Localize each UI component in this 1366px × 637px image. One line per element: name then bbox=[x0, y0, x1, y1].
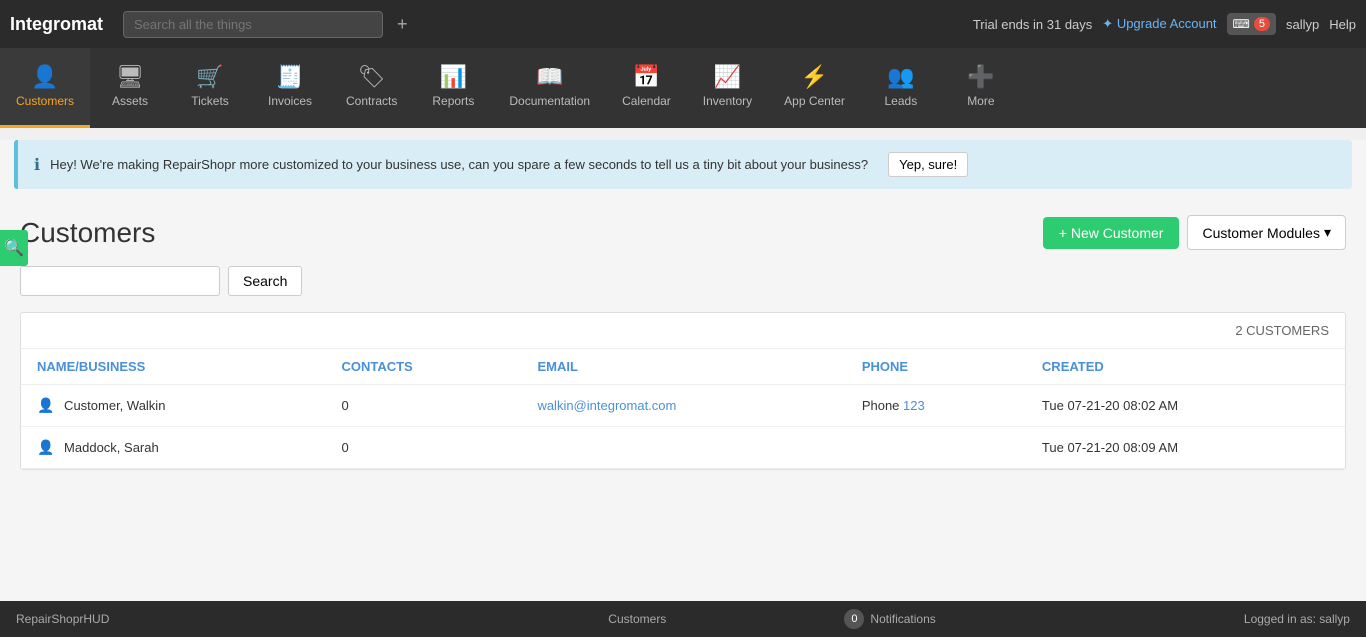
info-icon: ℹ bbox=[34, 155, 40, 175]
global-search-input[interactable] bbox=[123, 11, 383, 38]
more-icon: ➕ bbox=[967, 66, 994, 88]
nav-label-more: More bbox=[967, 94, 994, 108]
col-email[interactable]: EMAIL bbox=[521, 349, 845, 385]
cell-phone bbox=[846, 427, 1026, 469]
customers-table: NAME/BUSINESS CONTACTS EMAIL PHONE CREAT… bbox=[21, 349, 1345, 469]
cell-contacts: 0 bbox=[325, 427, 521, 469]
customers-icon: 👤 bbox=[31, 66, 58, 88]
nav-item-tickets[interactable]: 🛒 Tickets bbox=[170, 48, 250, 128]
nav-label-calendar: Calendar bbox=[622, 94, 671, 108]
cell-email bbox=[521, 427, 845, 469]
documentation-icon: 📖 bbox=[536, 66, 563, 88]
phone-link[interactable]: 123 bbox=[903, 398, 925, 413]
footer-app-name: RepairShoprHUD bbox=[16, 612, 430, 626]
customer-modules-button[interactable]: Customer Modules ▾ bbox=[1187, 215, 1346, 250]
nav-label-appcenter: App Center bbox=[784, 94, 845, 108]
nav-bar: 👤 Customers 🖥 Assets 🛒 Tickets 🧾 Invoice… bbox=[0, 48, 1366, 128]
footer-notifications: 0 Notifications bbox=[844, 609, 935, 629]
col-created[interactable]: CREATED bbox=[1026, 349, 1345, 385]
search-button[interactable]: Search bbox=[228, 266, 302, 296]
app-logo: Integromat bbox=[10, 14, 103, 35]
nav-item-more[interactable]: ➕ More bbox=[941, 48, 1021, 128]
nav-label-documentation: Documentation bbox=[509, 94, 590, 108]
nav-item-customers[interactable]: 👤 Customers bbox=[0, 48, 90, 128]
reports-icon: 📊 bbox=[440, 66, 467, 88]
cell-name: 👤 Maddock, Sarah bbox=[21, 427, 325, 469]
col-contacts[interactable]: CONTACTS bbox=[325, 349, 521, 385]
cell-email: walkin@integromat.com bbox=[521, 385, 845, 427]
nav-item-reports[interactable]: 📊 Reports bbox=[413, 48, 493, 128]
assets-icon: 🖥 bbox=[116, 66, 144, 88]
page-header: Customers New Customer Customer Modules … bbox=[20, 215, 1346, 250]
nav-label-customers: Customers bbox=[16, 94, 74, 108]
header-actions: New Customer Customer Modules ▾ bbox=[1043, 215, 1346, 250]
chevron-down-icon: ▾ bbox=[1324, 224, 1331, 241]
nav-item-inventory[interactable]: 📈 Inventory bbox=[687, 48, 768, 128]
nav-item-documentation[interactable]: 📖 Documentation bbox=[493, 48, 606, 128]
cell-contacts: 0 bbox=[325, 385, 521, 427]
contracts-icon: 🏷 bbox=[358, 66, 386, 88]
notifications-button[interactable]: ⌨ 5 bbox=[1227, 13, 1276, 35]
customer-search-input[interactable] bbox=[20, 266, 220, 296]
customers-table-container: 2 CUSTOMERS NAME/BUSINESS CONTACTS EMAIL… bbox=[20, 312, 1346, 470]
nav-item-appcenter[interactable]: ⚡ App Center bbox=[768, 48, 861, 128]
side-search-button[interactable]: 🔍 bbox=[0, 230, 28, 266]
footer-section: Customers bbox=[430, 612, 844, 626]
email-link[interactable]: walkin@integromat.com bbox=[537, 398, 676, 413]
page-title: Customers bbox=[20, 217, 155, 249]
col-phone[interactable]: PHONE bbox=[846, 349, 1026, 385]
cell-name: 👤 Customer, Walkin bbox=[21, 385, 325, 427]
top-bar: Integromat + Trial ends in 31 days Upgra… bbox=[0, 0, 1366, 48]
banner-button[interactable]: Yep, sure! bbox=[888, 152, 968, 177]
main-section: Customers New Customer Customer Modules … bbox=[0, 201, 1366, 484]
table-header-row: NAME/BUSINESS CONTACTS EMAIL PHONE CREAT… bbox=[21, 349, 1345, 385]
content-area: ℹ Hey! We're making RepairShopr more cus… bbox=[0, 140, 1366, 601]
person-icon: 👤 bbox=[37, 439, 54, 455]
banner-text: Hey! We're making RepairShopr more custo… bbox=[50, 157, 868, 172]
nav-item-calendar[interactable]: 📅 Calendar bbox=[606, 48, 687, 128]
keyboard-icon: ⌨ bbox=[1233, 17, 1250, 31]
nav-item-leads[interactable]: 👥 Leads bbox=[861, 48, 941, 128]
table-row[interactable]: 👤 Customer, Walkin 0 walkin@integromat.c… bbox=[21, 385, 1345, 427]
nav-item-invoices[interactable]: 🧾 Invoices bbox=[250, 48, 330, 128]
nav-label-contracts: Contracts bbox=[346, 94, 397, 108]
footer-notif-badge: 0 bbox=[844, 609, 864, 629]
appcenter-icon: ⚡ bbox=[801, 66, 828, 88]
footer: RepairShoprHUD Customers 0 Notifications… bbox=[0, 601, 1366, 637]
calendar-icon: 📅 bbox=[633, 66, 660, 88]
nav-label-leads: Leads bbox=[885, 94, 918, 108]
footer-logged-in: Logged in as: sallyp bbox=[936, 612, 1350, 626]
nav-label-tickets: Tickets bbox=[191, 94, 229, 108]
footer-notif-label: Notifications bbox=[870, 612, 935, 626]
customer-count: 2 CUSTOMERS bbox=[21, 313, 1345, 349]
upgrade-button[interactable]: Upgrade Account bbox=[1102, 16, 1216, 32]
leads-icon: 👥 bbox=[887, 66, 914, 88]
cell-created: Tue 07-21-20 08:02 AM bbox=[1026, 385, 1345, 427]
col-name[interactable]: NAME/BUSINESS bbox=[21, 349, 325, 385]
user-menu[interactable]: sallyp bbox=[1286, 17, 1319, 32]
nav-item-contracts[interactable]: 🏷 Contracts bbox=[330, 48, 413, 128]
nav-label-invoices: Invoices bbox=[268, 94, 312, 108]
cell-created: Tue 07-21-20 08:09 AM bbox=[1026, 427, 1345, 469]
help-link[interactable]: Help bbox=[1329, 17, 1356, 32]
invoices-icon: 🧾 bbox=[276, 66, 303, 88]
trial-text: Trial ends in 31 days bbox=[973, 17, 1092, 32]
nav-label-reports: Reports bbox=[432, 94, 474, 108]
person-icon: 👤 bbox=[37, 397, 54, 413]
info-banner: ℹ Hey! We're making RepairShopr more cus… bbox=[14, 140, 1352, 189]
inventory-icon: 📈 bbox=[714, 66, 741, 88]
nav-label-assets: Assets bbox=[112, 94, 148, 108]
add-button[interactable]: + bbox=[397, 14, 408, 35]
new-customer-button[interactable]: New Customer bbox=[1043, 217, 1180, 249]
table-row[interactable]: 👤 Maddock, Sarah 0 Tue 07-21-20 08:09 AM bbox=[21, 427, 1345, 469]
nav-item-assets[interactable]: 🖥 Assets bbox=[90, 48, 170, 128]
search-bar: Search bbox=[20, 266, 1346, 296]
nav-label-inventory: Inventory bbox=[703, 94, 752, 108]
customer-modules-label: Customer Modules bbox=[1202, 225, 1320, 241]
tickets-icon: 🛒 bbox=[196, 66, 223, 88]
cell-phone: Phone 123 bbox=[846, 385, 1026, 427]
notification-badge: 5 bbox=[1254, 17, 1270, 31]
